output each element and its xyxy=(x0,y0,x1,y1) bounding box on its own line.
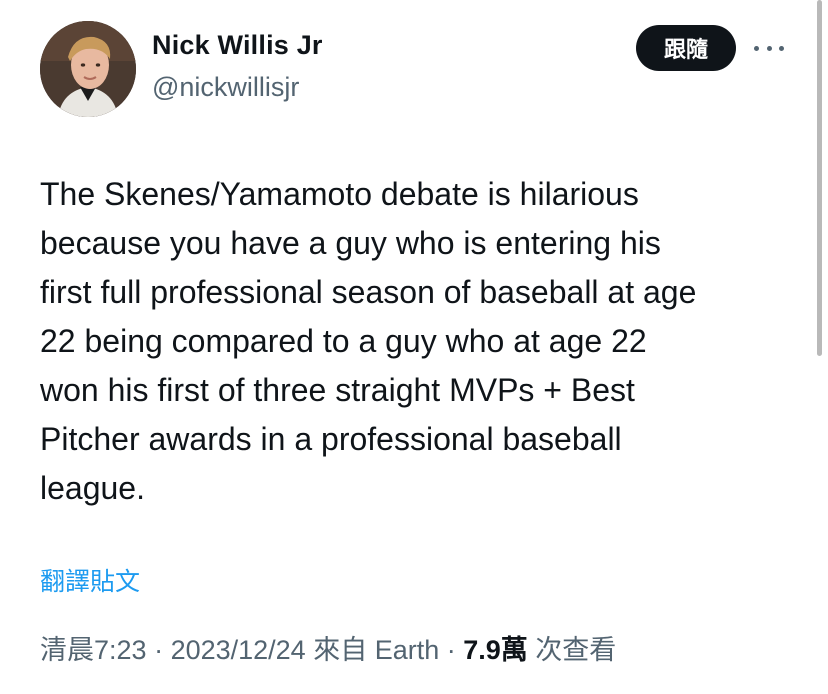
avatar[interactable] xyxy=(40,21,136,117)
tweet-line: first full professional season of baseba… xyxy=(40,274,697,310)
tweet-line: Pitcher awards in a professional basebal… xyxy=(40,421,622,457)
tweet-line: won his first of three straight MVPs + B… xyxy=(40,372,635,408)
tweet-text: The Skenes/Yamamoto debate is hilarious … xyxy=(40,170,800,513)
view-count[interactable]: 7.9萬 xyxy=(463,635,528,665)
tweet-line: 22 being compared to a guy who at age 22 xyxy=(40,323,647,359)
avatar-image xyxy=(40,21,136,117)
author-handle[interactable]: @nickwillisjr xyxy=(152,72,299,103)
scrollbar[interactable] xyxy=(817,0,822,356)
post-source: 來自 Earth xyxy=(305,635,440,665)
more-horizontal-icon[interactable] xyxy=(754,34,784,62)
separator: · xyxy=(439,635,464,665)
tweet-line: because you have a guy who is entering h… xyxy=(40,225,661,261)
separator: · xyxy=(146,635,171,665)
tweet-metadata: 清晨7:23 · 2023/12/24 來自 Earth · 7.9萬 次查看 xyxy=(40,628,616,667)
post-time[interactable]: 清晨7:23 xyxy=(40,635,147,665)
post-date[interactable]: 2023/12/24 xyxy=(171,635,306,665)
translate-post-link[interactable]: 翻譯貼文 xyxy=(40,562,140,598)
tweet-line: league. xyxy=(40,470,145,506)
tweet-line: The Skenes/Yamamoto debate is hilarious xyxy=(40,176,639,212)
view-count-label: 次查看 xyxy=(527,635,617,665)
follow-button[interactable]: 跟隨 xyxy=(636,25,736,71)
author-name[interactable]: Nick Willis Jr xyxy=(152,30,323,61)
